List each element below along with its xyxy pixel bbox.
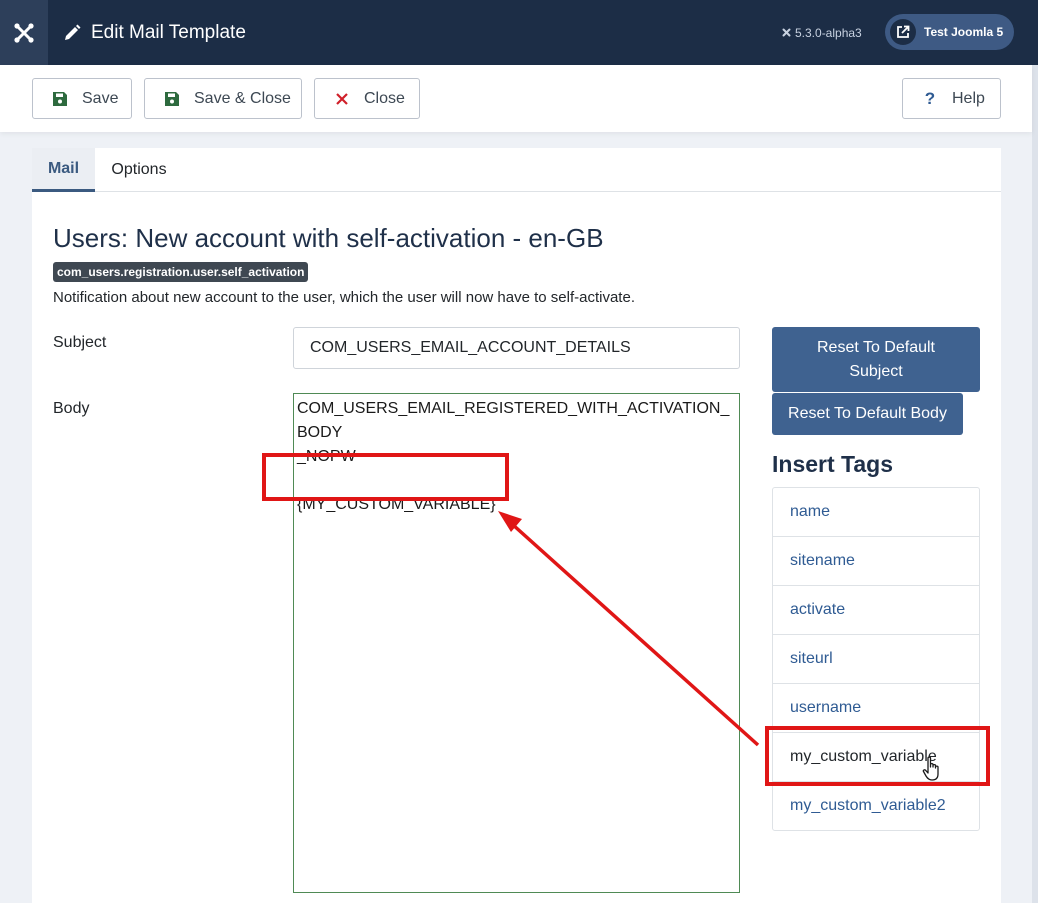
template-key-badge: com_users.registration.user.self_activat… xyxy=(53,262,309,282)
tab-bar: Mail Options xyxy=(32,148,1001,192)
save-button[interactable]: Save xyxy=(32,78,132,119)
tag-item-username[interactable]: username xyxy=(773,684,979,733)
save-close-label: Save & Close xyxy=(194,89,291,107)
question-icon: ? xyxy=(924,88,936,108)
page-title: Edit Mail Template xyxy=(91,21,246,43)
template-title: Users: New account with self-activation … xyxy=(53,223,604,253)
tag-item-activate[interactable]: activate xyxy=(773,586,979,635)
top-header: Edit Mail Template 5.3.0-alpha3 Test Joo… xyxy=(0,0,1038,65)
tag-item-sitename[interactable]: sitename xyxy=(773,537,979,586)
subject-input[interactable] xyxy=(293,327,740,369)
reset-subject-button[interactable]: Reset To Default Subject xyxy=(772,327,980,392)
close-button[interactable]: Close xyxy=(314,78,420,119)
body-line: COM_USERS_EMAIL_REGISTERED_WITH_ACTIVATI… xyxy=(297,400,730,441)
save-close-button[interactable]: Save & Close xyxy=(144,78,302,119)
help-label: Help xyxy=(952,89,985,107)
body-line: {MY_CUSTOM_VARIABLE} xyxy=(297,496,496,513)
joomla-logo-icon xyxy=(14,22,34,43)
external-link-icon xyxy=(890,19,916,45)
close-icon xyxy=(334,92,350,105)
hand-cursor-icon xyxy=(922,756,939,781)
page-title-bar: Edit Mail Template xyxy=(62,0,246,65)
tab-mail[interactable]: Mail xyxy=(32,148,95,192)
body-line: _NOPW xyxy=(297,448,356,465)
tag-item-my-custom-variable2[interactable]: my_custom_variable2 xyxy=(773,782,979,830)
joomla-logo[interactable] xyxy=(0,0,48,65)
tab-options-label: Options xyxy=(111,160,167,178)
save-icon xyxy=(52,91,68,106)
reset-body-button[interactable]: Reset To Default Body xyxy=(772,393,963,435)
tab-options[interactable]: Options xyxy=(95,148,183,191)
close-label: Close xyxy=(364,89,405,107)
subject-label: Subject xyxy=(53,334,107,351)
save-icon xyxy=(164,91,180,106)
main-card: Mail Options Users: New account with sel… xyxy=(32,148,1001,903)
body-label: Body xyxy=(53,400,90,417)
save-label: Save xyxy=(82,89,119,107)
tab-mail-label: Mail xyxy=(47,159,80,177)
insert-tags-heading: Insert Tags xyxy=(772,451,893,477)
tag-item-name[interactable]: name xyxy=(773,488,979,537)
scrollbar-track[interactable] xyxy=(1032,65,1038,903)
tag-item-siteurl[interactable]: siteurl xyxy=(773,635,979,684)
body-line xyxy=(297,469,736,493)
version-text: 5.3.0-alpha3 xyxy=(795,25,862,40)
insert-tags-list: name sitename activate siteurl username … xyxy=(772,487,980,831)
body-textarea[interactable]: COM_USERS_EMAIL_REGISTERED_WITH_ACTIVATI… xyxy=(293,393,740,893)
help-button[interactable]: ? Help xyxy=(902,78,1001,119)
version-label: 5.3.0-alpha3 xyxy=(781,0,862,65)
pencil-icon xyxy=(62,23,82,43)
joomla-small-icon xyxy=(781,27,792,38)
template-description: Notification about new account to the us… xyxy=(53,289,635,306)
site-link-button[interactable]: Test Joomla 5 xyxy=(885,14,1014,50)
toolbar: Save Save & Close Close ? Help xyxy=(0,65,1032,132)
tag-item-my-custom-variable[interactable]: my_custom_variable xyxy=(773,733,979,782)
site-name: Test Joomla 5 xyxy=(924,25,1004,39)
